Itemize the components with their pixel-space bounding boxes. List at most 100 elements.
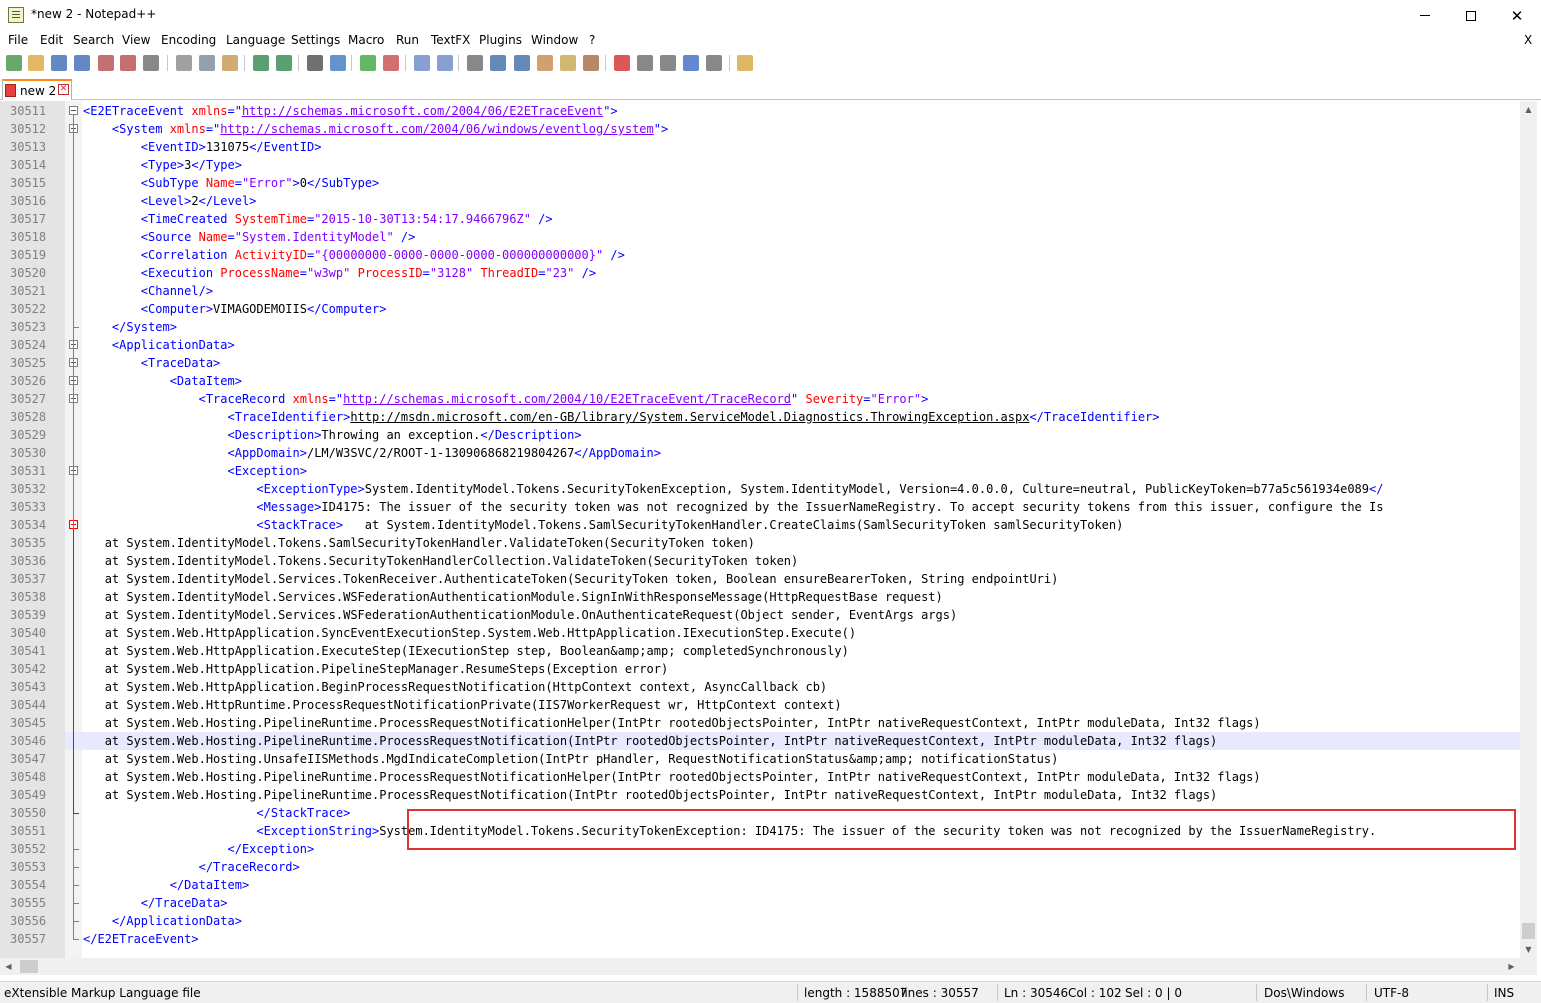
- code-text[interactable]: <Computer>VIMAGODEMOIIS</Computer>: [83, 300, 387, 318]
- word-wrap-icon[interactable]: [467, 55, 483, 71]
- editor-line[interactable]: 30514 <Type>3</Type>: [0, 156, 1520, 174]
- code-text[interactable]: </System>: [83, 318, 177, 336]
- menu-language[interactable]: Language: [226, 33, 285, 47]
- code-text[interactable]: <DataItem>: [83, 372, 242, 390]
- show-all-chars-icon[interactable]: [490, 55, 506, 71]
- save-macro-icon[interactable]: [706, 55, 722, 71]
- editor-line[interactable]: 30541 at System.Web.HttpApplication.Execu…: [0, 642, 1520, 660]
- code-text[interactable]: at System.IdentityModel.Tokens.SecurityT…: [83, 552, 799, 570]
- menu-view[interactable]: View: [122, 33, 150, 47]
- editor-line[interactable]: 30552 </Exception>: [0, 840, 1520, 858]
- editor-line[interactable]: 30546 at System.Web.Hosting.PipelineRunti…: [0, 732, 1520, 750]
- editor-line[interactable]: 30555 </TraceData>: [0, 894, 1520, 912]
- code-text[interactable]: <E2ETraceEvent xmlns="http://schemas.mic…: [83, 102, 618, 120]
- scroll-down-icon[interactable]: ▼: [1520, 941, 1537, 958]
- editor-line[interactable]: 30548 at System.Web.Hosting.PipelineRunti…: [0, 768, 1520, 786]
- tab-close-icon[interactable]: ✕: [58, 84, 69, 95]
- scroll-up-icon[interactable]: ▲: [1520, 101, 1537, 118]
- plugin-icon[interactable]: [737, 55, 753, 71]
- editor-line[interactable]: 30551 <ExceptionString>System.IdentityMod…: [0, 822, 1520, 840]
- code-text[interactable]: at System.IdentityModel.Services.WSFeder…: [83, 606, 958, 624]
- code-text[interactable]: at System.IdentityModel.Tokens.SamlSecur…: [83, 534, 755, 552]
- open-file-icon[interactable]: [28, 55, 44, 71]
- code-text[interactable]: at System.Web.Hosting.PipelineRuntime.Pr…: [83, 786, 1218, 804]
- code-text[interactable]: at System.Web.Hosting.UnsafeIISMethods.M…: [83, 750, 1059, 768]
- code-text[interactable]: <SubType Name="Error">0</SubType>: [83, 174, 379, 192]
- editor-line[interactable]: 30535 at System.IdentityModel.Tokens.Saml…: [0, 534, 1520, 552]
- code-text[interactable]: <TimeCreated SystemTime="2015-10-30T13:5…: [83, 210, 553, 228]
- menu-help[interactable]: ?: [589, 33, 595, 47]
- code-text[interactable]: <StackTrace> at System.IdentityModel.Tok…: [83, 516, 1123, 534]
- menu-window[interactable]: Window: [531, 33, 578, 47]
- close-document-button[interactable]: X: [1524, 33, 1532, 47]
- record-macro-icon[interactable]: [614, 55, 630, 71]
- code-text[interactable]: <Type>3</Type>: [83, 156, 242, 174]
- editor-line[interactable]: 30549 at System.Web.Hosting.PipelineRunti…: [0, 786, 1520, 804]
- code-text[interactable]: at System.Web.HttpApplication.ExecuteSte…: [83, 642, 849, 660]
- code-text[interactable]: </StackTrace>: [83, 804, 350, 822]
- menu-settings[interactable]: Settings: [291, 33, 340, 47]
- code-text[interactable]: at System.Web.HttpRuntime.ProcessRequest…: [83, 696, 842, 714]
- code-text[interactable]: at System.IdentityModel.Services.TokenRe…: [83, 570, 1059, 588]
- save-icon[interactable]: [51, 55, 67, 71]
- editor-line[interactable]: 30515 <SubType Name="Error">0</SubType>: [0, 174, 1520, 192]
- editor-line[interactable]: 30518 <Source Name="System.IdentityModel"…: [0, 228, 1520, 246]
- editor-line[interactable]: 30524 <ApplicationData>: [0, 336, 1520, 354]
- code-text[interactable]: at System.Web.Hosting.PipelineRuntime.Pr…: [83, 768, 1261, 786]
- code-text[interactable]: </DataItem>: [83, 876, 249, 894]
- editor-line[interactable]: 30534 <StackTrace> at System.IdentityMode…: [0, 516, 1520, 534]
- editor-line[interactable]: 30533 <Message>ID4175: The issuer of the …: [0, 498, 1520, 516]
- editor-line[interactable]: 30554 </DataItem>: [0, 876, 1520, 894]
- close-all-icon[interactable]: [120, 55, 136, 71]
- code-text[interactable]: <ExceptionString>System.IdentityModel.To…: [83, 822, 1376, 840]
- menu-file[interactable]: File: [8, 33, 28, 47]
- editor-line[interactable]: 30526 <DataItem>: [0, 372, 1520, 390]
- editor-line[interactable]: 30538 at System.IdentityModel.Services.WS…: [0, 588, 1520, 606]
- code-text[interactable]: at System.Web.Hosting.PipelineRuntime.Pr…: [83, 714, 1261, 732]
- editor-line[interactable]: 30516 <Level>2</Level>: [0, 192, 1520, 210]
- editor-line[interactable]: 30520 <Execution ProcessName="w3wp" Proce…: [0, 264, 1520, 282]
- new-file-icon[interactable]: [6, 55, 22, 71]
- editor-line[interactable]: 30545 at System.Web.Hosting.PipelineRunti…: [0, 714, 1520, 732]
- code-text[interactable]: <Description>Throwing an exception.</Des…: [83, 426, 582, 444]
- editor-line[interactable]: 30542 at System.Web.HttpApplication.Pipel…: [0, 660, 1520, 678]
- editor-line[interactable]: 30522 <Computer>VIMAGODEMOIIS</Computer>: [0, 300, 1520, 318]
- vertical-scroll-thumb[interactable]: [1522, 923, 1535, 939]
- code-text[interactable]: <Correlation ActivityID="{00000000-0000-…: [83, 246, 625, 264]
- menu-run[interactable]: Run: [396, 33, 419, 47]
- user-language-icon[interactable]: [537, 55, 553, 71]
- editor-line[interactable]: 30530 <AppDomain>/LM/W3SVC/2/ROOT-1-13090…: [0, 444, 1520, 462]
- code-text[interactable]: <ExceptionType>System.IdentityModel.Toke…: [83, 480, 1383, 498]
- paste-icon[interactable]: [222, 55, 238, 71]
- editor-line[interactable]: 30525 <TraceData>: [0, 354, 1520, 372]
- close-window-button[interactable]: ✕: [1494, 0, 1540, 31]
- close-icon[interactable]: [98, 55, 114, 71]
- code-text[interactable]: <Execution ProcessName="w3wp" ProcessID=…: [83, 264, 596, 282]
- editor-line[interactable]: 30532 <ExceptionType>System.IdentityModel…: [0, 480, 1520, 498]
- editor-line[interactable]: 30553 </TraceRecord>: [0, 858, 1520, 876]
- code-text[interactable]: <System xmlns="http://schemas.microsoft.…: [83, 120, 668, 138]
- maximize-button[interactable]: [1448, 0, 1494, 31]
- minimize-button[interactable]: [1402, 0, 1448, 31]
- print-icon[interactable]: [143, 55, 159, 71]
- scroll-left-icon[interactable]: ◀: [0, 958, 17, 975]
- editor-line[interactable]: 30543 at System.Web.HttpApplication.Begin…: [0, 678, 1520, 696]
- redo-icon[interactable]: [276, 55, 292, 71]
- editor-line[interactable]: 30521 <Channel/>: [0, 282, 1520, 300]
- play-macro-icon[interactable]: [660, 55, 676, 71]
- menu-macro[interactable]: Macro: [348, 33, 384, 47]
- editor-line[interactable]: 30550 </StackTrace>: [0, 804, 1520, 822]
- code-text[interactable]: </TraceData>: [83, 894, 228, 912]
- cut-icon[interactable]: [176, 55, 192, 71]
- horizontal-scroll-thumb[interactable]: [20, 960, 38, 973]
- code-text[interactable]: <Channel/>: [83, 282, 213, 300]
- doc-map-icon[interactable]: [560, 55, 576, 71]
- zoom-in-icon[interactable]: [360, 55, 376, 71]
- function-list-icon[interactable]: [583, 55, 599, 71]
- vertical-scrollbar[interactable]: ▲ ▼: [1520, 101, 1537, 958]
- code-text[interactable]: <TraceRecord xmlns="http://schemas.micro…: [83, 390, 929, 408]
- editor-line[interactable]: 30517 <TimeCreated SystemTime="2015-10-30…: [0, 210, 1520, 228]
- editor-line[interactable]: 30527 <TraceRecord xmlns="http://schemas.…: [0, 390, 1520, 408]
- code-text[interactable]: at System.Web.Hosting.PipelineRuntime.Pr…: [83, 732, 1218, 750]
- replace-icon[interactable]: [330, 55, 346, 71]
